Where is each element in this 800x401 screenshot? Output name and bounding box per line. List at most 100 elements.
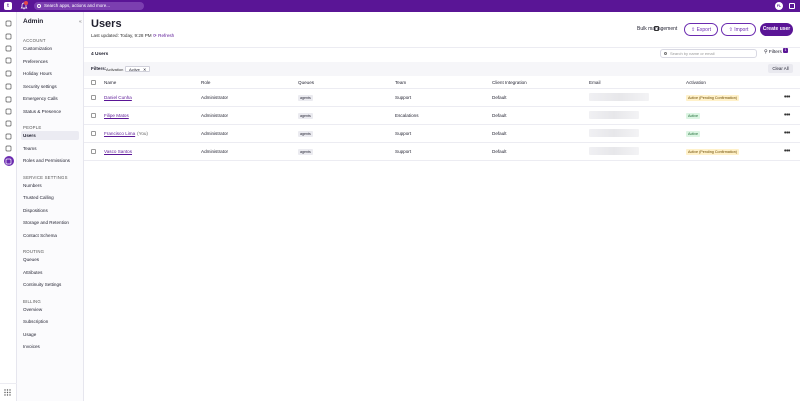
sidebar-item-roles-and-permissions[interactable]: Roles and Permissions xyxy=(21,156,79,165)
user-search-input[interactable]: Search by name or email xyxy=(660,49,757,58)
collapse-sidebar-icon[interactable]: « xyxy=(79,19,82,25)
sidebar-item-overview[interactable]: Overview xyxy=(21,305,79,314)
refresh-link[interactable]: ⟳ Refresh xyxy=(153,33,174,39)
global-search-placeholder: Search apps, actions and more... xyxy=(44,3,111,8)
sidebar-item-holiday-hours[interactable]: Holiday Hours xyxy=(21,69,79,78)
app-logo[interactable]: t xyxy=(4,2,12,10)
sidebar-item-continuity-settings[interactable]: Continuity Settings xyxy=(21,280,79,289)
sidebar-item-security-settings[interactable]: Security settings xyxy=(21,82,79,91)
user-count: 4 Users xyxy=(91,52,109,57)
sidebar-item-trusted-calling[interactable]: Trusted Calling xyxy=(21,193,79,202)
sidebar-item-storage-and-retention[interactable]: Storage and Retention xyxy=(21,218,79,227)
role-cell: Administrator xyxy=(201,95,229,100)
sidebar-item-contact-schema[interactable]: Contact Schema xyxy=(21,231,79,240)
compass-icon[interactable] xyxy=(4,144,13,153)
select-all-checkbox[interactable] xyxy=(91,80,96,85)
column-header-queues[interactable]: Queues xyxy=(298,80,314,85)
notification-badge xyxy=(24,1,28,5)
book-icon[interactable] xyxy=(4,69,13,78)
sidebar-item-status-presence[interactable]: Status & Presence xyxy=(21,107,79,116)
column-header-email[interactable]: Email xyxy=(589,80,601,85)
column-header-activation[interactable]: Activation xyxy=(686,80,706,85)
more-options-icon[interactable]: ••• xyxy=(784,130,790,137)
sidebar-item-users[interactable]: Users xyxy=(21,131,79,140)
cloud-icon[interactable] xyxy=(4,132,13,141)
sidebar-section-heading: PEOPLE xyxy=(23,125,42,130)
clear-all-button[interactable]: Clear All xyxy=(768,64,793,73)
sidebar-item-teams[interactable]: Teams xyxy=(21,144,79,153)
workflows-icon[interactable] xyxy=(4,32,13,41)
row-checkbox[interactable] xyxy=(91,113,96,118)
export-label: Export xyxy=(696,27,712,33)
close-icon[interactable]: ✕ xyxy=(143,67,146,72)
sidebar-item-invoices[interactable]: Invoices xyxy=(21,342,79,351)
current-user-suffix: (You) xyxy=(137,131,148,136)
sidebar-item-subscription[interactable]: Subscription xyxy=(21,317,79,326)
user-name-link[interactable]: Vasco Santos xyxy=(104,149,132,154)
apps-grid-icon[interactable] xyxy=(4,389,11,396)
top-bar: t Search apps, actions and more... FL xyxy=(0,0,800,12)
user-search-placeholder: Search by name or email xyxy=(670,51,715,56)
last-updated-text: Last updated: Today, 9:28 PM xyxy=(91,33,152,38)
client-integration-cell: Default xyxy=(492,113,507,118)
column-header-role[interactable]: Role xyxy=(201,80,210,85)
row-checkbox[interactable] xyxy=(91,149,96,154)
row-checkbox[interactable] xyxy=(91,95,96,100)
bulk-management-label: Bulk management xyxy=(637,26,678,32)
import-button[interactable]: ⇧ Import xyxy=(721,23,756,36)
refresh-label: Refresh xyxy=(158,33,175,38)
sidebar-item-dispositions[interactable]: Dispositions xyxy=(21,206,79,215)
sidebar-item-emergency-calls[interactable]: Emergency Calls xyxy=(21,94,79,103)
user-name-link[interactable]: Filipe Matos xyxy=(104,113,129,118)
team-cell: Escalations xyxy=(395,113,419,118)
more-options-icon[interactable]: ••• xyxy=(784,112,790,119)
admin-settings-icon[interactable] xyxy=(3,156,14,166)
user-name-link[interactable]: Francisco Lima xyxy=(104,131,135,136)
bulk-management-button[interactable]: Bulk management xyxy=(637,26,677,32)
user-name-cell: Filipe Matos xyxy=(104,113,129,118)
phone-icon[interactable] xyxy=(4,107,13,116)
more-options-icon[interactable]: ••• xyxy=(784,148,790,155)
edit-icon[interactable] xyxy=(4,95,13,104)
sidebar-item-queues[interactable]: Queues xyxy=(21,255,79,264)
client-integration-cell: Default xyxy=(492,95,507,100)
role-cell: Administrator xyxy=(201,113,229,118)
filter-chip-label: Active xyxy=(129,66,140,72)
filters-button[interactable]: ⚲ Filters xyxy=(764,50,782,55)
email-cell-redacted xyxy=(589,111,639,119)
create-user-button[interactable]: Create user xyxy=(760,23,793,36)
org-chart-icon[interactable] xyxy=(4,56,13,65)
sidebar-section-heading: SERVICE SETTINGS xyxy=(23,174,68,180)
more-options-icon[interactable]: ••• xyxy=(784,94,790,101)
sidebar-item-attributes[interactable]: Attributes xyxy=(21,268,79,277)
sidebar-item-numbers[interactable]: Numbers xyxy=(21,181,79,190)
activation-status-badge: Active (Pending Confirmation) xyxy=(686,148,739,155)
global-search-input[interactable]: Search apps, actions and more... xyxy=(34,2,144,10)
user-avatar[interactable]: FL xyxy=(775,2,783,10)
user-name-cell: Daniel Cunha xyxy=(104,95,132,100)
sidebar-section-heading: ROUTING xyxy=(23,249,45,254)
filters-label: Filters xyxy=(768,50,782,55)
team-cell: Support xyxy=(395,131,412,136)
exit-icon[interactable] xyxy=(789,3,795,9)
home-icon[interactable] xyxy=(4,19,13,28)
role-cell: Administrator xyxy=(201,131,229,136)
sidebar-item-usage[interactable]: Usage xyxy=(21,330,79,339)
app-rail xyxy=(0,12,17,401)
column-header-client-integration[interactable]: Client Integration xyxy=(492,80,527,85)
scale-icon[interactable] xyxy=(4,119,13,128)
column-header-name[interactable]: Name xyxy=(104,80,116,85)
sidebar-item-customization[interactable]: Customization xyxy=(21,44,79,53)
code-icon[interactable] xyxy=(4,82,13,91)
sidebar-section-heading: BILLING xyxy=(23,298,41,304)
export-button[interactable]: ⇪ Export xyxy=(684,23,718,36)
chat-icon[interactable] xyxy=(4,44,13,53)
import-label: Import xyxy=(734,27,749,33)
sidebar-item-preferences[interactable]: Preferences xyxy=(21,57,79,66)
filter-chip-active[interactable]: Active ✕ xyxy=(125,65,151,72)
column-header-team[interactable]: Team xyxy=(395,80,406,85)
activation-status-badge: Active xyxy=(686,112,701,119)
row-checkbox[interactable] xyxy=(91,131,96,136)
user-name-link[interactable]: Daniel Cunha xyxy=(104,95,132,100)
client-integration-cell: Default xyxy=(492,149,507,154)
